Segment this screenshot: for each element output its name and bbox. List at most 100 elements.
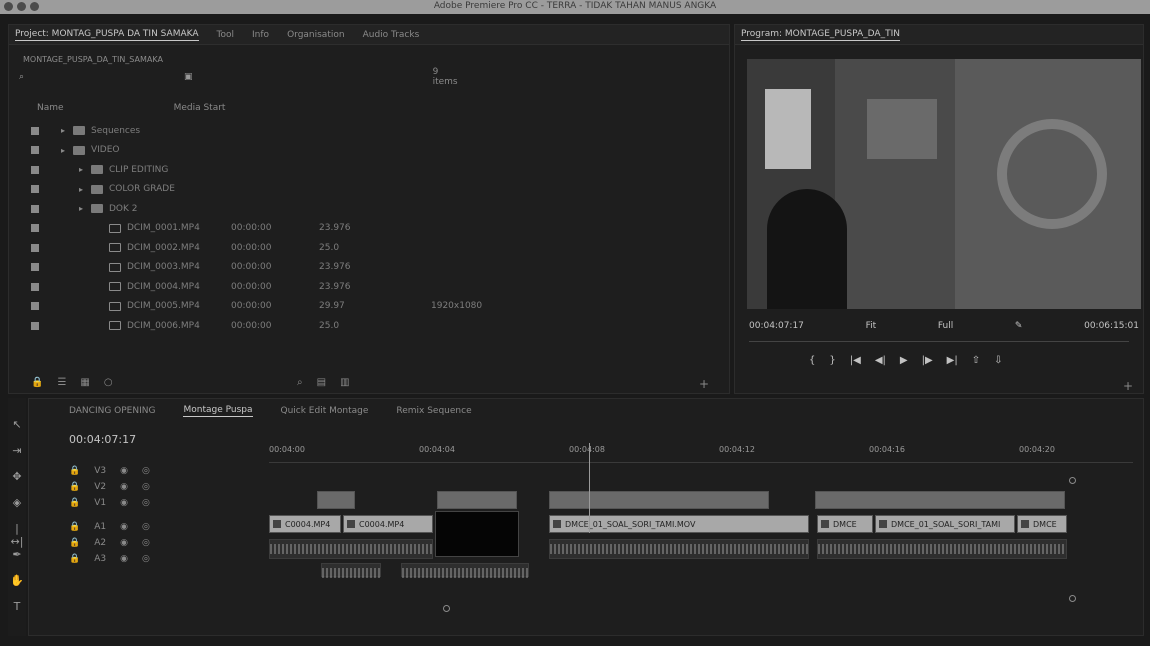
disclosure-triangle-icon[interactable]: ▸ [79, 165, 83, 174]
audio-clip-a1-3[interactable] [817, 539, 1067, 559]
project-list-item[interactable]: ▸ CLIP EDITING [9, 160, 729, 180]
extract-icon[interactable]: ⇩ [994, 355, 1002, 366]
clip-v2-2[interactable] [437, 491, 517, 509]
step-back-icon[interactable]: ◀| [875, 355, 886, 366]
track-lock-icon[interactable]: 🔒 [69, 538, 80, 548]
project-list-item[interactable]: DCIM_0002.MP4 00:00:00 25.0 [9, 238, 729, 258]
tab-project[interactable]: Project: MONTAG_PUSPA DA TIN SAMAKA [15, 29, 199, 41]
hand-tool-icon[interactable]: ✋ [10, 574, 24, 588]
project-list-item[interactable]: DCIM_0003.MP4 00:00:00 23.976 [9, 258, 729, 278]
icon-view-icon[interactable]: ▦ [80, 377, 89, 388]
track-toggle-icon[interactable]: ◉ [120, 498, 128, 508]
tab-program[interactable]: Program: MONTAGE_PUSPA_DA_TIN [741, 29, 900, 41]
clip-v1-dmce-long[interactable]: DMCE_01_SOAL_SORI_TAMI.MOV [549, 515, 809, 533]
label-color-swatch[interactable] [31, 224, 39, 233]
vertical-scroll-handle[interactable] [1069, 595, 1076, 602]
timeline-ruler[interactable]: 00:04:00 00:04:04 00:04:08 00:04:12 00:0… [269, 443, 1133, 463]
track-toggle-icon[interactable]: ◉ [120, 554, 128, 564]
play-icon[interactable]: ▶ [900, 355, 908, 366]
type-tool-icon[interactable]: T [10, 600, 24, 614]
track-lock-icon[interactable]: 🔒 [69, 554, 80, 564]
disclosure-triangle-icon[interactable]: ▸ [79, 185, 83, 194]
clip-v2-3[interactable] [549, 491, 769, 509]
clip-v1-c0004-a[interactable]: C0004.MP4 [269, 515, 341, 533]
track-toggle-icon[interactable]: ◉ [120, 482, 128, 492]
audio-clip-a1-2[interactable] [549, 539, 809, 559]
fit-select[interactable]: Fit [866, 321, 877, 331]
column-name[interactable]: Name [37, 103, 64, 113]
tab-audio-tracks[interactable]: Audio Tracks [363, 30, 420, 40]
project-list-item[interactable]: DCIM_0001.MP4 00:00:00 23.976 [9, 219, 729, 239]
timeline-playhead[interactable] [589, 443, 590, 533]
track-toggle-icon[interactable]: ◉ [120, 466, 128, 476]
track-select-icon[interactable]: ⇥ [10, 444, 24, 458]
column-media-start[interactable]: Media Start [174, 103, 226, 113]
list-view-icon[interactable]: ☰ [57, 377, 66, 388]
label-color-swatch[interactable] [31, 146, 39, 155]
mark-in-icon[interactable]: { [809, 355, 815, 366]
label-color-swatch[interactable] [31, 321, 39, 330]
ripple-edit-icon[interactable]: ✥ [10, 470, 24, 484]
label-color-swatch[interactable] [31, 282, 39, 291]
lock-icon[interactable]: 🔒 [31, 377, 43, 388]
project-list-item[interactable]: ▸ DOK 2 [9, 199, 729, 219]
label-color-swatch[interactable] [31, 302, 39, 311]
timeline-timecode[interactable]: 00:04:07:17 [69, 433, 136, 446]
label-color-swatch[interactable] [31, 263, 39, 272]
track-header[interactable]: 🔒 V1 ◉ ◎ [69, 495, 249, 511]
project-list-item[interactable]: DCIM_0004.MP4 00:00:00 23.976 [9, 277, 729, 297]
disclosure-triangle-icon[interactable]: ▸ [61, 146, 65, 155]
tab-remix-sequence[interactable]: Remix Sequence [396, 406, 471, 416]
label-color-swatch[interactable] [31, 204, 39, 213]
label-color-swatch[interactable] [31, 165, 39, 174]
label-color-swatch[interactable] [31, 126, 39, 135]
track-header[interactable]: 🔒 A3 ◉ ◎ [69, 551, 249, 567]
label-color-swatch[interactable] [31, 185, 39, 194]
selection-tool-icon[interactable]: ↖ [10, 418, 24, 432]
track-header[interactable]: 🔒 V3 ◉ ◎ [69, 463, 249, 479]
tab-dancing-opening[interactable]: DANCING OPENING [69, 406, 155, 416]
project-list-item[interactable]: DCIM_0006.MP4 00:00:00 25.0 [9, 316, 729, 336]
program-timecode[interactable]: 00:04:07:17 [749, 321, 804, 331]
step-forward-icon[interactable]: |▶ [922, 355, 933, 366]
find-icon[interactable]: ⌕ [297, 377, 303, 388]
track-visibility-icon[interactable]: ◎ [142, 482, 150, 492]
track-visibility-icon[interactable]: ◎ [142, 498, 150, 508]
mark-out-icon[interactable]: } [829, 355, 835, 366]
project-list-item[interactable]: DCIM_0005.MP4 00:00:00 29.97 1920x1080 [9, 297, 729, 317]
track-toggle-icon[interactable]: ◉ [120, 538, 128, 548]
button-editor-icon[interactable]: + [1123, 379, 1133, 393]
track-visibility-icon[interactable]: ◎ [142, 466, 150, 476]
clip-v1-black-video[interactable] [435, 511, 519, 557]
clip-v2-1[interactable] [317, 491, 355, 509]
add-button-icon[interactable]: + [699, 377, 709, 391]
track-lock-icon[interactable]: 🔒 [69, 466, 80, 476]
program-scrub-bar[interactable] [749, 341, 1129, 342]
clip-v1-dmce-c[interactable]: DMCE [1017, 515, 1067, 533]
audio-clip-a2-2[interactable] [401, 563, 529, 578]
go-to-in-icon[interactable]: |◀ [850, 355, 861, 366]
pen-tool-icon[interactable]: ✒ [10, 548, 24, 562]
track-visibility-icon[interactable]: ◎ [142, 554, 150, 564]
tab-info[interactable]: Info [252, 30, 269, 40]
new-bin-button-icon[interactable]: ▤ [317, 377, 326, 388]
tab-montage-puspa[interactable]: Montage Puspa [183, 405, 253, 417]
project-list-item[interactable]: ▸ VIDEO [9, 141, 729, 161]
track-lock-icon[interactable]: 🔒 [69, 522, 80, 532]
settings-wrench-icon[interactable]: ✎ [1015, 321, 1023, 331]
track-visibility-icon[interactable]: ◎ [142, 538, 150, 548]
track-lock-icon[interactable]: 🔒 [69, 498, 80, 508]
vertical-scroll-handle-top[interactable] [1069, 477, 1076, 484]
audio-clip-a2-1[interactable] [321, 563, 381, 578]
track-header[interactable]: 🔒 A2 ◉ ◎ [69, 535, 249, 551]
track-toggle-icon[interactable]: ◉ [120, 522, 128, 532]
quality-select[interactable]: Full [938, 321, 953, 331]
new-bin-icon[interactable]: ▣ [184, 72, 193, 82]
clip-v1-c0004-b[interactable]: C0004.MP4 [343, 515, 433, 533]
audio-clip-a1-1[interactable] [269, 539, 433, 559]
clip-v1-dmce-b[interactable]: DMCE_01_SOAL_SORI_TAMI [875, 515, 1015, 533]
disclosure-triangle-icon[interactable]: ▸ [61, 126, 65, 135]
disclosure-triangle-icon[interactable]: ▸ [79, 204, 83, 213]
go-to-out-icon[interactable]: ▶| [947, 355, 958, 366]
project-list-item[interactable]: ▸ COLOR GRADE [9, 180, 729, 200]
